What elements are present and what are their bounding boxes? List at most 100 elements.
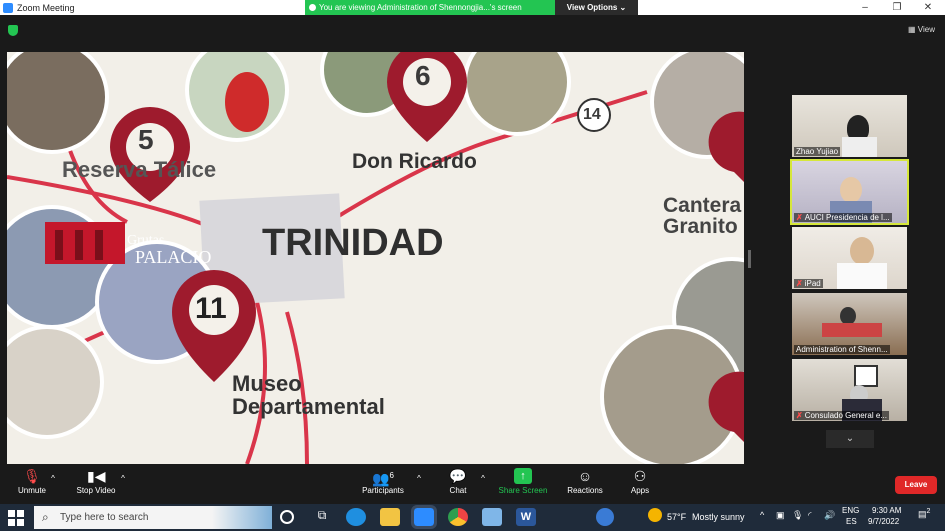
cortana-icon[interactable] [280, 510, 294, 524]
participants-label: Participants [362, 486, 404, 495]
reactions-icon: ☺ [577, 468, 593, 484]
muted-mic-icon: ✗ [796, 279, 803, 288]
reactions-label: Reactions [567, 486, 603, 495]
volume-icon[interactable]: 🔊 [824, 510, 835, 521]
help-icon[interactable] [596, 508, 614, 526]
participant-name: iPad [804, 279, 821, 288]
participant-name: Zhao Yujiao [796, 147, 839, 156]
zoom-logo-icon [3, 2, 13, 13]
participants-button[interactable]: 👥6 Participants [358, 468, 408, 495]
participant-name: AUCI Presidencia de l... [804, 213, 890, 222]
reactions-button[interactable]: ☺ Reactions [562, 468, 608, 495]
pin-11-number: 11 [195, 292, 227, 325]
tray-chevron-up-icon[interactable]: ^ [760, 510, 764, 520]
close-button[interactable]: ✕ [913, 0, 943, 15]
participant-name: Consulado General e... [804, 411, 887, 420]
audio-options-chevron-icon[interactable]: ^ [48, 474, 58, 483]
unmute-label: Unmute [17, 486, 46, 495]
chat-button[interactable]: 💬 Chat [444, 468, 472, 495]
zoom-app-icon[interactable] [411, 505, 437, 529]
language-top[interactable]: ENG [842, 506, 859, 515]
taskbar-search-input[interactable]: ⌕ Type here to search [34, 506, 272, 529]
speaker-indicator-icon [309, 4, 316, 11]
view-options-button[interactable]: View Options ⌄ [555, 0, 638, 15]
pin-6-number: 6 [415, 60, 431, 91]
search-icon: ⌕ [42, 510, 49, 524]
participant-tile-active-speaker[interactable]: ✗ AUCI Presidencia de l... [790, 159, 909, 225]
share-screen-icon: ↑ [514, 468, 532, 484]
app-icon[interactable] [482, 508, 502, 526]
apps-label: Apps [630, 486, 650, 495]
wifi-icon[interactable]: ◜ [808, 510, 812, 521]
participant-tile[interactable]: ✗ iPad [792, 227, 907, 289]
pin-14-number: 14 [583, 106, 601, 123]
place-museo-line2: Departamental [232, 394, 385, 419]
chat-label: Chat [449, 486, 467, 495]
participant-name-label: Zhao Yujiao [794, 147, 841, 156]
clock-date[interactable]: 9/7/2022 [868, 517, 899, 526]
chrome-browser-icon[interactable] [448, 508, 468, 526]
edge-browser-icon[interactable] [346, 508, 366, 526]
participant-name-label: Administration of Shenn... [794, 345, 890, 354]
microphone-icon[interactable]: 🎙 [792, 510, 803, 521]
participant-name-label: ✗ Consulado General e... [794, 411, 889, 420]
network-icon[interactable]: ▣ [776, 510, 785, 521]
file-explorer-icon[interactable] [380, 508, 400, 526]
windows-start-icon[interactable] [8, 510, 24, 526]
stop-video-label: Stop Video [76, 486, 116, 495]
view-button-label: View [917, 25, 935, 34]
participants-count: 6 [389, 471, 394, 480]
place-don-ricardo: Don Ricardo [352, 150, 477, 173]
participants-options-chevron-icon[interactable]: ^ [414, 474, 424, 483]
muted-microphone-icon: 🎙 [23, 468, 41, 484]
apps-button[interactable]: ⚇ Apps [626, 468, 654, 495]
chat-bubble-icon: 💬 [449, 468, 467, 484]
search-placeholder: Type here to search [60, 512, 149, 523]
participant-name-label: ✗ iPad [794, 279, 823, 288]
minimize-button[interactable]: – [850, 0, 880, 15]
participant-tile[interactable]: ✗ Consulado General e... [792, 359, 907, 421]
participant-name: Administration of Shenn... [796, 345, 888, 354]
city-name: TRINIDAD [262, 222, 444, 264]
share-screen-label: Share Screen [498, 486, 548, 495]
leave-button[interactable]: Leave [895, 476, 937, 494]
share-screen-button[interactable]: ↑ Share Screen [496, 468, 550, 495]
view-button[interactable]: ▦ View [908, 25, 935, 34]
chat-options-chevron-icon[interactable]: ^ [478, 474, 488, 483]
place-reserva-talice: Reserva Tálice [62, 157, 217, 182]
security-shield-icon[interactable] [8, 25, 18, 36]
weather-temp: 57°F [667, 512, 687, 522]
meeting-toolbar [0, 466, 945, 504]
unmute-button[interactable]: 🎙 Unmute [14, 468, 50, 495]
shared-screen: 5 6 14 11 Reserva Tálice Don Ricardo TRI… [7, 52, 744, 464]
chevron-down-icon[interactable]: ⌄ [826, 430, 874, 448]
maximize-button[interactable]: ❐ [882, 0, 912, 15]
weather-sun-icon [648, 508, 662, 522]
apps-icon: ⚇ [633, 468, 647, 484]
video-options-chevron-icon[interactable]: ^ [118, 474, 128, 483]
notifications-count: 2 [926, 508, 931, 515]
stop-video-button[interactable]: ▮◀ Stop Video [72, 468, 120, 495]
weather-description: Mostly sunny [692, 512, 745, 522]
logo-palacio-text: PALACIO [135, 247, 212, 267]
language-bottom[interactable]: ES [846, 517, 857, 526]
screen-share-banner-text: You are viewing Administration of Shenno… [319, 3, 522, 12]
place-cantera-line2: Granito [663, 215, 738, 238]
split-handle[interactable] [748, 250, 751, 268]
word-app-icon[interactable]: W [516, 508, 536, 526]
clock-time[interactable]: 9:30 AM [872, 506, 901, 515]
task-view-icon[interactable]: ⧉ [312, 508, 332, 526]
pin-5-number: 5 [138, 124, 154, 155]
search-highlight-image [212, 506, 272, 529]
notifications-icon[interactable]: ▤2 [918, 508, 930, 520]
participant-tile[interactable]: Zhao Yujiao [792, 95, 907, 157]
muted-mic-icon: ✗ [796, 411, 803, 420]
meeting-top-bar [0, 15, 945, 48]
participants-icon: 👥6 [372, 470, 394, 487]
window-title: Zoom Meeting [17, 2, 75, 13]
video-camera-icon: ▮◀ [87, 468, 106, 484]
screen-share-banner: You are viewing Administration of Shenno… [305, 0, 555, 15]
muted-mic-icon: ✗ [796, 213, 803, 222]
participant-name-label: ✗ AUCI Presidencia de l... [794, 213, 892, 222]
participant-tile[interactable]: Administration of Shenn... [792, 293, 907, 355]
